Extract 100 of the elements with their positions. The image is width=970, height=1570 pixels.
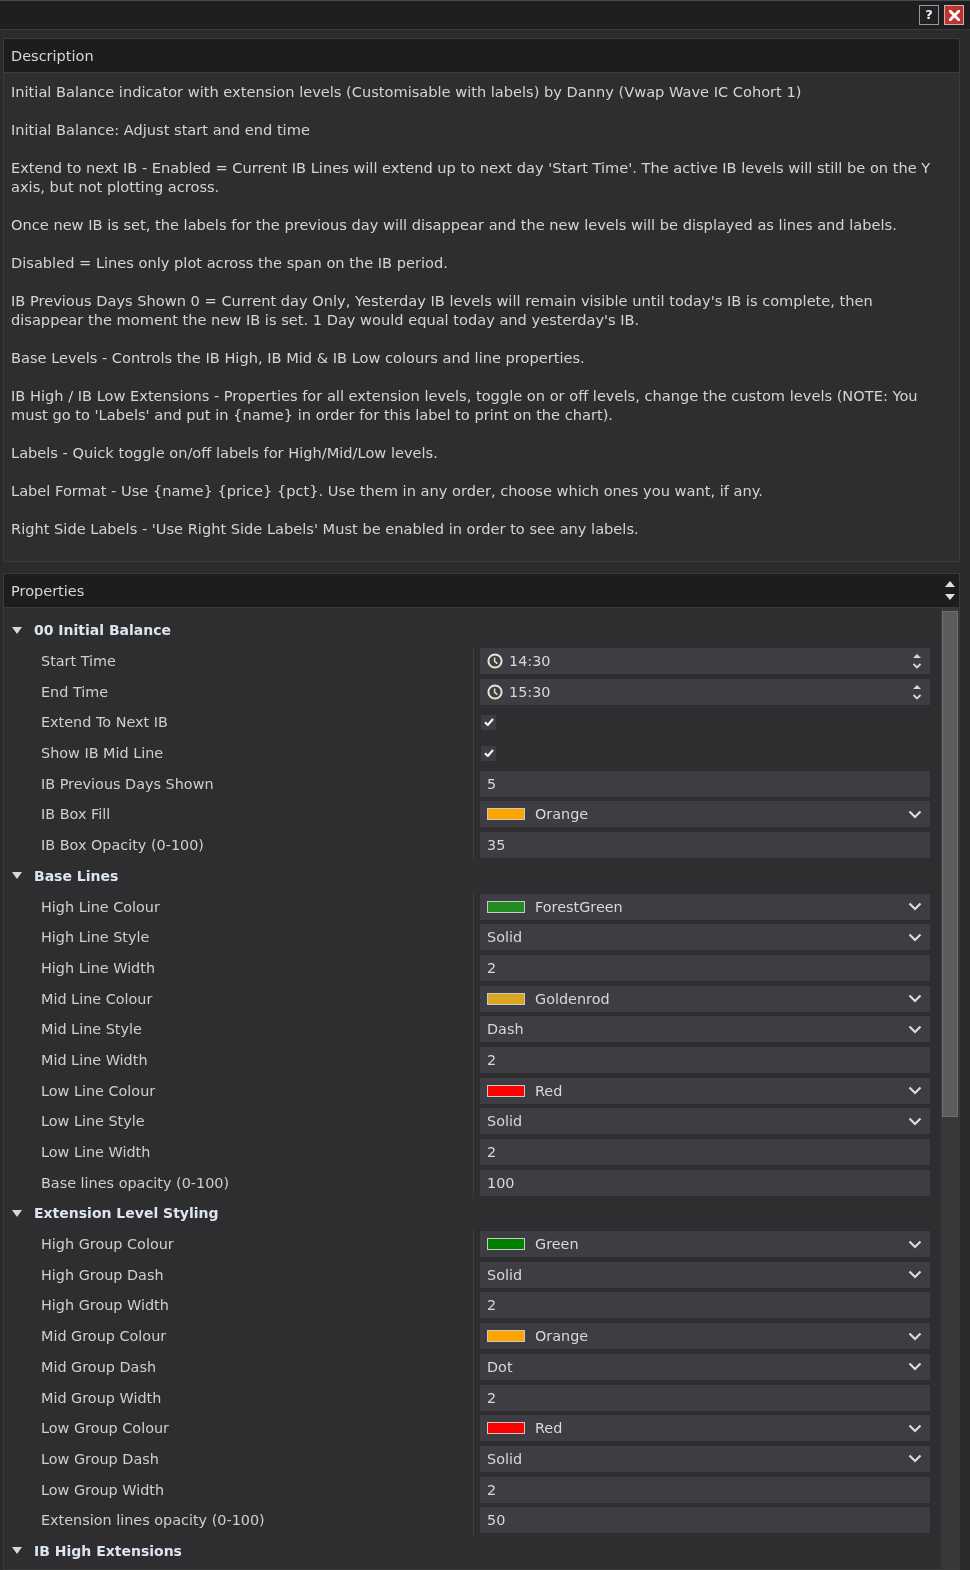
property-label: Extension lines opacity (0-100) <box>41 1512 265 1529</box>
spin-arrows-icon[interactable] <box>912 652 922 671</box>
property-label: Base lines opacity (0-100) <box>41 1174 230 1191</box>
help-button[interactable]: ? <box>919 5 939 25</box>
chevron-down-icon <box>908 1024 922 1034</box>
color-dropdown[interactable]: Red <box>480 1077 930 1104</box>
chevron-down-icon <box>908 809 922 819</box>
checkmark-icon <box>483 718 494 727</box>
property-label: Low Group Dash <box>41 1450 159 1467</box>
number-field[interactable]: 2 <box>480 1139 930 1166</box>
checkbox[interactable] <box>481 714 496 730</box>
property-label: Start Time <box>41 653 116 670</box>
property-label: IB Box Fill <box>41 806 111 823</box>
dropdown[interactable]: Solid <box>480 1108 930 1135</box>
chevron-down-icon <box>908 1116 922 1126</box>
description-paragraph: Right Side Labels - 'Use Right Side Labels' Must be enabled in order to see any labels. <box>11 519 640 538</box>
number-field[interactable]: 5 <box>480 770 930 797</box>
description-paragraph: Label Format - Use {name} {price} {pct}. Use them in any order, choose which ones you want, if any. <box>11 481 764 500</box>
description-paragraph: IB Previous Days Shown 0 = Current day Only, Yesterday IB levels will remain visible until today's IB is complete, then disappear the moment the new IB is set. 1 Day would equal today and yesterday's IB. <box>11 291 874 329</box>
property-label: Low Line Width <box>41 1144 151 1161</box>
property-label: End Time <box>41 683 109 700</box>
description-paragraph: Base Levels - Controls the IB High, IB Mid & IB Low colours and line properties. <box>11 348 586 367</box>
chevron-down-icon <box>908 932 922 942</box>
expand-triangle-icon[interactable] <box>12 626 22 634</box>
description-paragraph: Disabled = Lines only plot across the span on the IB period. <box>11 253 449 272</box>
color-dropdown[interactable]: Goldenrod <box>480 985 930 1012</box>
chevron-down-icon <box>908 1362 922 1372</box>
number-field[interactable]: 2 <box>480 1046 930 1073</box>
property-label: High Line Colour <box>41 898 160 915</box>
chevron-down-icon <box>908 902 922 912</box>
expand-triangle-icon[interactable] <box>12 1209 22 1217</box>
property-label: Show IB Mid Line <box>41 745 164 762</box>
property-label: Low Line Colour <box>41 1082 156 1099</box>
checkbox[interactable] <box>481 745 496 761</box>
property-label: IB Box Opacity (0-100) <box>41 837 204 854</box>
property-label: Mid Group Width <box>41 1389 162 1406</box>
scroll-up-button[interactable] <box>943 580 957 588</box>
property-label: Mid Line Colour <box>41 990 153 1007</box>
close-icon <box>948 9 960 21</box>
scroll-down-button[interactable] <box>943 593 957 601</box>
category-title: IB High Extensions <box>34 1542 182 1559</box>
time-field[interactable]: 14:30 <box>480 648 930 675</box>
property-label: Low Group Colour <box>41 1420 169 1437</box>
description-paragraph: Extend to next IB - Enabled = Current IB Lines will extend up to next day 'Start Time'. The active IB levels will still be on the Y axis, but not plotting across. <box>11 158 932 196</box>
description-paragraph: Once new IB is set, the labels for the previous day will disappear and the new levels will be displayed as lines and labels. <box>11 215 898 234</box>
color-dropdown[interactable]: Green <box>480 1231 930 1258</box>
chevron-down-icon <box>908 1086 922 1096</box>
description-paragraph: Initial Balance indicator with extension levels (Customisable with labels) by Danny (Vwap Wave IC Cohort 1) <box>11 82 803 101</box>
color-dropdown[interactable]: Red <box>480 1415 930 1442</box>
chevron-down-icon <box>908 1423 922 1433</box>
number-field[interactable]: 50 <box>480 1507 930 1534</box>
number-field[interactable]: 100 <box>480 1169 930 1196</box>
checkmark-icon <box>483 749 494 758</box>
color-dropdown[interactable]: Orange <box>480 1323 930 1350</box>
description-paragraph: IB High / IB Low Extensions - Properties for all extension levels, toggle on or off levels, change the custom levels (NOTE: You must go to 'Labels' and put in {name} in order for this label to print on the chart). <box>11 386 919 424</box>
property-label: High Group Colour <box>41 1236 174 1253</box>
category-title: Base Lines <box>34 867 119 884</box>
clock-icon <box>487 653 503 670</box>
description-paragraph: Labels - Quick toggle on/off labels for High/Mid/Low levels. <box>11 443 439 462</box>
color-dropdown[interactable]: ForestGreen <box>480 893 930 920</box>
property-label: Mid Line Width <box>41 1051 148 1068</box>
property-label: Low Group Width <box>41 1481 165 1498</box>
description-paragraph: Initial Balance: Adjust start and end time <box>11 120 311 139</box>
number-field[interactable]: 2 <box>480 1292 930 1319</box>
category-title: 00 Initial Balance <box>34 622 172 639</box>
expand-triangle-icon[interactable] <box>12 872 22 880</box>
properties-header: Properties <box>4 574 941 608</box>
property-label: High Group Width <box>41 1297 169 1314</box>
description-header: Description <box>4 39 959 73</box>
scrollbar-thumb[interactable] <box>942 611 958 1117</box>
chevron-down-icon <box>908 1270 922 1280</box>
property-label: Extend To Next IB <box>41 714 168 731</box>
up-triangle-icon <box>945 581 955 587</box>
expand-triangle-icon[interactable] <box>12 1547 22 1555</box>
category-title: Extension Level Styling <box>34 1205 219 1222</box>
dropdown[interactable]: Dash <box>480 1016 930 1043</box>
time-field[interactable]: 15:30 <box>480 678 930 705</box>
property-label: Mid Line Style <box>41 1021 142 1038</box>
property-label: IB Previous Days Shown <box>41 775 214 792</box>
property-label: Low Line Style <box>41 1113 145 1130</box>
chevron-down-icon <box>908 994 922 1004</box>
number-field[interactable]: 2 <box>480 1476 930 1503</box>
down-triangle-icon <box>945 594 955 600</box>
number-field[interactable]: 2 <box>480 1384 930 1411</box>
close-button[interactable] <box>944 5 964 25</box>
chevron-down-icon <box>908 1331 922 1341</box>
spin-arrows-icon[interactable] <box>912 682 922 701</box>
property-label: Mid Group Dash <box>41 1358 157 1375</box>
dropdown[interactable]: Solid <box>480 1261 930 1288</box>
chevron-down-icon <box>908 1239 922 1249</box>
property-label: High Line Style <box>41 929 150 946</box>
dropdown[interactable]: Dot <box>480 1353 930 1380</box>
property-label: Mid Group Colour <box>41 1328 167 1345</box>
number-field[interactable]: 2 <box>480 954 930 981</box>
color-dropdown[interactable]: Orange <box>480 801 930 828</box>
chevron-down-icon <box>908 1454 922 1464</box>
dropdown[interactable]: Solid <box>480 1445 930 1472</box>
dropdown[interactable]: Solid <box>480 924 930 951</box>
property-label: High Group Dash <box>41 1266 164 1283</box>
number-field[interactable]: 35 <box>480 832 930 859</box>
